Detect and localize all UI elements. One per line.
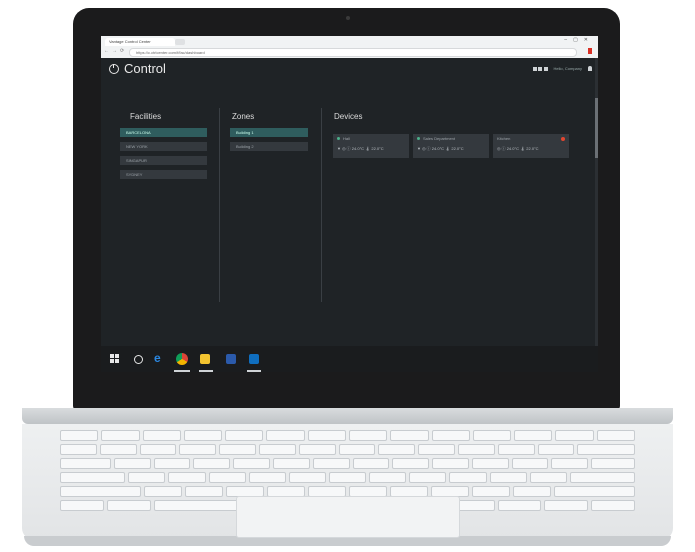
windows-start-icon[interactable]: [110, 354, 120, 364]
user-label[interactable]: Hello, Company: [554, 66, 582, 71]
search-icon[interactable]: [134, 355, 143, 364]
device-stats: ◎ ⓘ 24.0°C 🌡 22.0°C: [497, 146, 539, 151]
device-name: Sales Department: [417, 136, 485, 141]
active-app-indicator: [247, 370, 261, 372]
window-controls[interactable]: –▢✕: [564, 37, 594, 43]
column-divider: [321, 108, 322, 302]
laptop-hinge: [22, 408, 673, 424]
active-app-indicator: [174, 370, 190, 372]
device-stats: ▼ ◎ ⓘ 24.0°C 🌡 22.0°C: [417, 146, 464, 151]
new-tab-button[interactable]: [175, 39, 185, 45]
zones-header: Zones: [232, 112, 255, 121]
browser-chrome: Vantage Control Center –▢✕ ←→⟳ https://c…: [101, 36, 598, 58]
active-app-indicator: [199, 370, 213, 372]
browser-menu-icon[interactable]: [588, 48, 592, 54]
status-dot: [337, 137, 340, 140]
device-name: Kitchen: [497, 136, 511, 141]
camera: [346, 16, 350, 20]
scrollbar[interactable]: [595, 58, 598, 354]
facilities-header: Facilities: [130, 112, 162, 121]
address-bar[interactable]: https://c.ctrlcenter.com/f/fac/dashboard: [129, 48, 577, 57]
zone-item[interactable]: Building 2: [230, 142, 308, 151]
device-name: Hall: [337, 136, 405, 141]
trackpad: [236, 496, 460, 538]
facility-item[interactable]: SYDNEY: [120, 170, 207, 179]
user-icon[interactable]: [588, 66, 592, 71]
facility-item[interactable]: NEW YORK: [120, 142, 207, 151]
page-title-text: Control: [124, 61, 166, 76]
word-icon[interactable]: [226, 354, 236, 364]
page-title: Control: [109, 61, 166, 76]
top-right-toolbar: Hello, Company: [532, 66, 592, 71]
facility-item[interactable]: SINGAPUR: [120, 156, 207, 165]
taskbar: e: [101, 346, 598, 372]
screen: Vantage Control Center –▢✕ ←→⟳ https://c…: [101, 36, 598, 372]
file-explorer-icon[interactable]: [200, 354, 210, 364]
device-card[interactable]: Sales Department ▼ ◎ ⓘ 24.0°C 🌡 22.0°C: [413, 134, 489, 158]
grid-icon[interactable]: [532, 66, 548, 71]
device-card[interactable]: Hall ▼ ◎ ⓘ 24.0°C 🌡 22.0°C: [333, 134, 409, 158]
column-divider: [219, 108, 220, 302]
device-card[interactable]: Kitchen ◎ ⓘ 24.0°C 🌡 22.0°C: [493, 134, 569, 158]
devices-header: Devices: [334, 112, 363, 121]
browser-tab[interactable]: Vantage Control Center: [105, 38, 175, 46]
edge-browser-icon[interactable]: e: [154, 351, 161, 365]
zone-item[interactable]: Building 1: [230, 128, 308, 137]
facility-item[interactable]: BARCELONA: [120, 128, 207, 137]
device-stats: ▼ ◎ ⓘ 24.0°C 🌡 22.0°C: [337, 146, 384, 151]
chrome-icon[interactable]: [176, 353, 188, 365]
keyboard: [60, 430, 636, 511]
nav-buttons[interactable]: ←→⟳: [104, 48, 127, 54]
app-body: [101, 58, 598, 354]
status-dot: [417, 137, 420, 140]
alert-icon: [561, 137, 565, 141]
scrollbar-thumb[interactable]: [595, 98, 598, 158]
power-icon: [109, 63, 119, 74]
outlook-icon[interactable]: [249, 354, 259, 364]
